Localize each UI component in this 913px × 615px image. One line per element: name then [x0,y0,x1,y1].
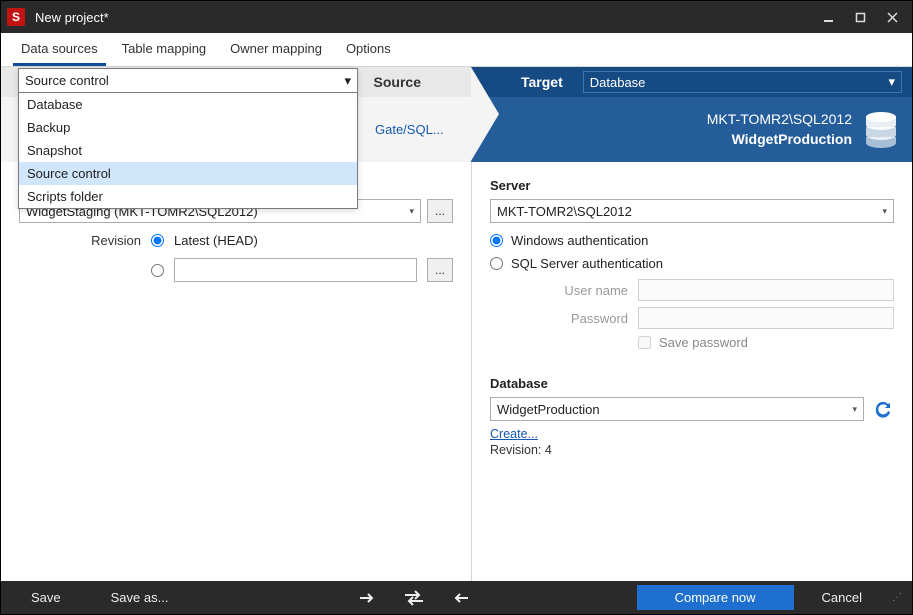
create-database-link[interactable]: Create... [490,427,538,441]
revision-latest-label: Latest (HEAD) [174,233,258,248]
target-database-name: WidgetProduction [707,130,852,150]
source-type-option-source-control[interactable]: Source control [19,162,357,185]
source-control-browse-button[interactable]: ... [427,199,453,223]
maximize-button[interactable] [844,3,876,31]
target-server-name: MKT-TOMR2\SQL2012 [707,110,852,130]
save-as-button[interactable]: Save as... [89,585,191,610]
titlebar: S New project* [1,1,912,33]
cancel-button[interactable]: Cancel [800,585,884,610]
revision-specific-input[interactable] [174,258,417,282]
tab-owner-mapping[interactable]: Owner mapping [222,33,330,66]
window-title: New project* [35,10,812,25]
tab-data-sources[interactable]: Data sources [13,33,106,66]
source-type-option-backup[interactable]: Backup [19,116,357,139]
server-value: MKT-TOMR2\SQL2012 [497,204,632,219]
source-type-selected: Source control [25,73,109,88]
save-password-label: Save password [659,335,748,350]
auth-sqlserver-radio[interactable] [490,257,503,270]
revision-label: Revision [85,233,141,248]
source-heading: Source [374,74,421,90]
database-icon [864,111,898,149]
database-value: WidgetProduction [497,402,600,417]
revision-latest-radio[interactable] [151,234,164,247]
source-panel: Source Control WidgetStaging (MKT-TOMR2\… [1,162,471,581]
target-type-dropdown[interactable]: Database ▾ [583,71,902,93]
target-panel: Server MKT-TOMR2\SQL2012 ▾ Windows authe… [472,162,912,581]
compare-now-button[interactable]: Compare now [637,585,794,610]
bottombar: Save Save as... Compare now Cancel ⋰ [1,581,912,614]
refresh-button[interactable] [872,398,894,420]
minimize-button[interactable] [812,3,844,31]
server-section-label: Server [490,178,894,193]
banner-arrow-separator [471,67,499,161]
password-field [638,307,894,329]
source-type-option-scripts-folder[interactable]: Scripts folder [19,185,357,208]
chevron-down-icon: ▾ [882,206,887,217]
close-button[interactable] [876,3,908,31]
target-heading: Target [521,74,563,90]
password-label: Password [490,311,628,326]
revision-specific-radio[interactable] [151,264,164,277]
copy-right-button[interactable] [348,585,388,610]
auth-windows-radio[interactable] [490,234,503,247]
chevron-down-icon: ▾ [888,74,895,90]
swap-button[interactable] [394,585,434,610]
resize-grip[interactable]: ⋰ [890,592,904,603]
main-area: Source Control WidgetStaging (MKT-TOMR2\… [1,162,912,581]
target-revision-text: Revision: 4 [490,443,894,457]
username-label: User name [490,283,628,298]
target-banner: Target Database ▾ MKT-TOMR2\SQL2012 Widg… [471,67,912,162]
chevron-down-icon: ▾ [409,206,414,217]
save-button[interactable]: Save [9,585,83,610]
database-section-label: Database [490,376,894,391]
auth-windows-label: Windows authentication [511,233,648,248]
source-type-dropdown-header[interactable]: Source control ▾ [19,69,357,93]
target-type-value: Database [590,75,646,90]
username-field [638,279,894,301]
app-icon: S [7,8,25,26]
auth-sqlserver-label: SQL Server authentication [511,256,663,271]
tabbar: Data sources Table mapping Owner mapping… [1,33,912,67]
revision-browse-button[interactable]: ... [427,258,453,282]
chevron-down-icon: ▾ [852,404,857,415]
server-selector[interactable]: MKT-TOMR2\SQL2012 ▾ [490,199,894,223]
database-selector[interactable]: WidgetProduction ▾ [490,397,864,421]
tab-options[interactable]: Options [338,33,399,66]
tab-table-mapping[interactable]: Table mapping [114,33,215,66]
save-password-checkbox [638,336,651,349]
source-type-option-snapshot[interactable]: Snapshot [19,139,357,162]
source-type-option-database[interactable]: Database [19,93,357,116]
chevron-down-icon: ▾ [344,73,351,89]
source-type-dropdown[interactable]: Source control ▾ Database Backup Snapsho… [18,68,358,209]
copy-left-button[interactable] [440,585,480,610]
